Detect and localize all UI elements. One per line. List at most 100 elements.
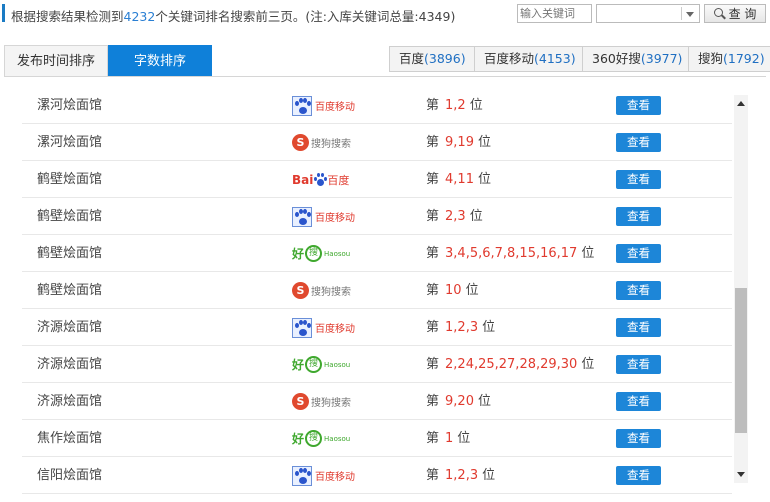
logo-text: Haosou	[324, 434, 351, 443]
baidu-paw-icon	[292, 95, 312, 116]
engine-name: 百度移动	[484, 51, 535, 66]
sort-tabs: 发布时间排序 字数排序	[4, 45, 212, 76]
view-button[interactable]: 查看	[616, 244, 661, 263]
sogou-s-icon: S	[292, 393, 309, 410]
engine-name: 百度	[399, 51, 425, 66]
rank-suffix: 位	[477, 172, 491, 187]
view-button[interactable]: 查看	[616, 392, 661, 411]
engine-logo-cell: S 搜狗搜索	[292, 132, 362, 153]
logo-text: 百度移动	[315, 472, 355, 483]
haosou-q-icon: 搜	[305, 245, 323, 262]
baidu-mobile-logo: 百度移动	[292, 206, 362, 227]
rank-positions: 9,19	[445, 135, 474, 150]
rank-prefix: 第	[426, 357, 440, 372]
table-row: 济源烩面馆 好 搜 Haosou 第 2,24,25,27,28,29,30 位 查看	[22, 346, 732, 383]
rank-positions: 2,24,25,27,28,29,30	[445, 357, 578, 372]
engine-logo-cell: S 搜狗搜索	[292, 280, 362, 301]
rank-cell: 第 3,4,5,6,7,8,15,16,17 位	[426, 235, 594, 272]
rank-suffix: 位	[581, 357, 595, 372]
select-separator	[681, 7, 682, 20]
engine-select[interactable]	[596, 4, 700, 23]
view-button[interactable]: 查看	[616, 170, 661, 189]
view-button[interactable]: 查看	[616, 355, 661, 374]
keyword-cell: 济源烩面馆	[37, 357, 103, 372]
keyword-cell: 鹤壁烩面馆	[37, 246, 103, 261]
baidu-paw-icon	[292, 465, 312, 486]
sogou-logo: S 搜狗搜索	[292, 280, 362, 301]
baidu-paw-icon	[292, 317, 312, 338]
baidu-mobile-logo: 百度移动	[292, 317, 362, 338]
engine-logo-cell: 百度移动	[292, 317, 362, 338]
view-button[interactable]: 查看	[616, 466, 661, 485]
baidu-mobile-logo: 百度移动	[292, 465, 362, 486]
engine-filter-sogou[interactable]: 搜狗(1792)	[688, 46, 770, 72]
view-button[interactable]: 查看	[616, 281, 661, 300]
engine-logo-cell: 百度移动	[292, 206, 362, 227]
logo-text: 搜狗搜索	[311, 398, 351, 409]
baidu-paw-icon	[314, 173, 328, 186]
table-row: 鹤壁烩面馆 百度移动 第 2,3 位 查看	[22, 198, 732, 235]
rank-suffix: 位	[469, 209, 483, 224]
haosou-logo: 好 搜 Haosou	[292, 354, 362, 375]
engine-filter-baidu-mobile[interactable]: 百度移动(4153)	[474, 46, 586, 72]
keyword-cell: 漯河烩面馆	[37, 135, 103, 150]
engine-count: (3896)	[424, 51, 466, 66]
logo-text: 百度移动	[315, 324, 355, 335]
rank-cell: 第 2,3 位	[426, 198, 483, 235]
tab-sort-by-length[interactable]: 字数排序	[108, 45, 212, 76]
logo-text: 搜狗搜索	[311, 287, 351, 298]
keyword-cell: 鹤壁烩面馆	[37, 283, 103, 298]
table-row: 信阳烩面馆 百度移动 第 1,2,3 位 查看	[22, 457, 732, 494]
rank-prefix: 第	[426, 135, 440, 150]
keyword-cell: 鹤壁烩面馆	[37, 172, 103, 187]
logo-text: 搜	[309, 433, 319, 443]
rank-positions: 1,2,3	[445, 468, 479, 483]
logo-text: Haosou	[324, 249, 351, 258]
logo-text: Bai	[292, 172, 314, 187]
haosou-logo: 好 搜 Haosou	[292, 428, 362, 449]
baidu-paw-icon	[292, 206, 312, 227]
scrollbar[interactable]	[734, 95, 748, 483]
view-button[interactable]: 查看	[616, 318, 661, 337]
engine-count: (1792)	[723, 51, 765, 66]
engine-name: 搜狗	[698, 51, 724, 66]
logo-text: 好	[292, 358, 305, 372]
query-button[interactable]: 查 询	[704, 4, 766, 23]
sogou-s-icon: S	[292, 134, 309, 151]
baidu-mobile-logo: 百度移动	[292, 95, 362, 116]
logo-text: 搜	[309, 248, 319, 258]
engine-filter-baidu[interactable]: 百度(3896)	[389, 46, 476, 72]
table-row: 漯河烩面馆 百度移动 第 1,2 位 查看	[22, 87, 732, 124]
view-button[interactable]: 查看	[616, 429, 661, 448]
rank-prefix: 第	[426, 209, 440, 224]
baidu-logo: Bai 百度	[292, 169, 362, 190]
tab-divider	[4, 76, 766, 77]
scroll-down-arrow-icon[interactable]	[737, 472, 745, 477]
keyword-cell: 焦作烩面馆	[37, 431, 103, 446]
logo-text: 百度移动	[315, 213, 355, 224]
summary-suffix: 个关键词排名搜索前三页。(注:入库关键词总量:4349)	[155, 9, 456, 24]
view-button[interactable]: 查看	[616, 96, 661, 115]
rank-cell: 第 9,20 位	[426, 383, 491, 420]
view-button[interactable]: 查看	[616, 133, 661, 152]
engine-count: (4153)	[534, 51, 576, 66]
rank-suffix: 位	[581, 246, 595, 261]
chevron-down-icon[interactable]	[686, 12, 694, 17]
tab-sort-by-date[interactable]: 发布时间排序	[4, 45, 108, 76]
engine-logo-cell: S 搜狗搜索	[292, 391, 362, 412]
keyword-input[interactable]	[517, 4, 592, 23]
scroll-up-arrow-icon[interactable]	[737, 101, 745, 106]
sogou-logo: S 搜狗搜索	[292, 391, 362, 412]
logo-text: 好	[292, 247, 305, 261]
rank-prefix: 第	[426, 172, 440, 187]
engine-logo-cell: 好 搜 Haosou	[292, 428, 362, 449]
engine-filter-360[interactable]: 360好搜(3977)	[582, 46, 693, 72]
scrollbar-thumb[interactable]	[735, 288, 747, 433]
view-button[interactable]: 查看	[616, 207, 661, 226]
haosou-q-icon: 搜	[305, 430, 323, 447]
rank-suffix: 位	[469, 98, 483, 113]
rank-positions: 4,11	[445, 172, 474, 187]
rank-positions: 1,2,3	[445, 320, 479, 335]
rank-positions: 10	[445, 283, 462, 298]
query-button-label: 查 询	[728, 7, 757, 21]
